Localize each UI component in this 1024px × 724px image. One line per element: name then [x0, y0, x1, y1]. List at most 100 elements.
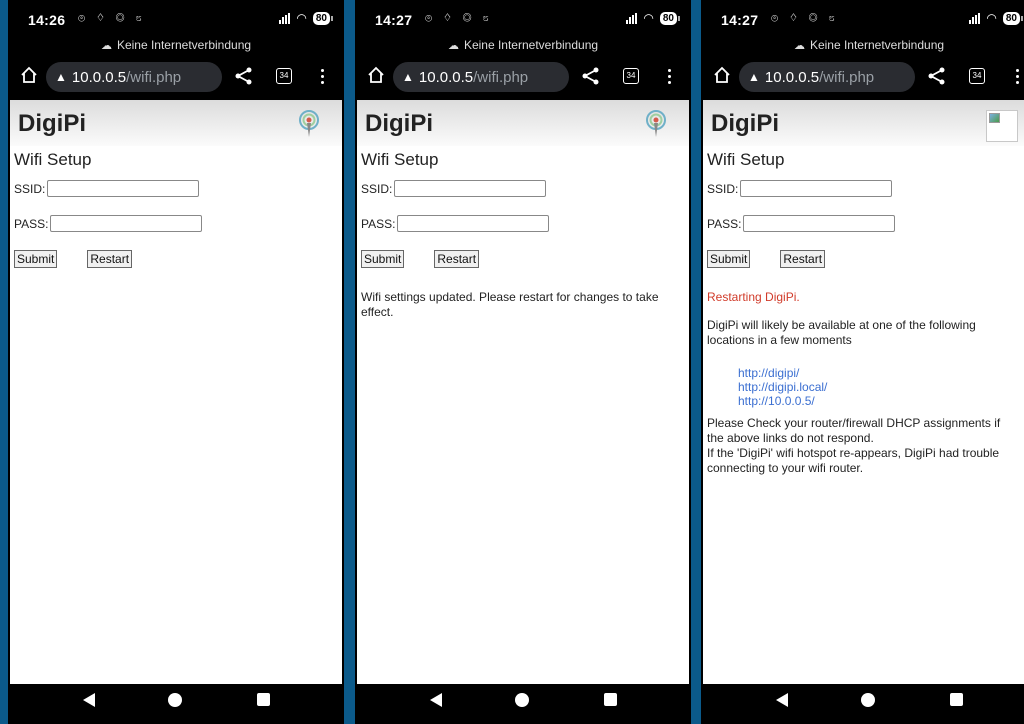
pass-label: PASS: — [361, 216, 396, 231]
share-icon[interactable] — [234, 66, 254, 86]
radio-tower-icon — [299, 110, 319, 137]
overflow-menu-icon[interactable] — [665, 66, 673, 86]
url-path: /wifi.php — [473, 68, 529, 86]
signal-icon — [626, 12, 638, 24]
submit-button[interactable]: Submit — [14, 250, 58, 268]
recents-icon[interactable] — [950, 693, 963, 706]
status-time: 14:27 — [721, 12, 759, 28]
cloud-off-icon: ☁ — [100, 40, 112, 52]
ssid-label: SSID: — [707, 181, 739, 196]
pass-label: PASS: — [14, 216, 49, 231]
phone-screen-2: 14:27 ⊚ ♢ ◎ ೮ ◠ 80 ☁ Keine Internetverbin… — [355, 0, 691, 724]
share-icon[interactable] — [581, 66, 601, 86]
web-content: DigiPi Wifi Setup SSID: PASS: Submit Res… — [10, 100, 342, 684]
status-bar: 14:27 ⊚ ♢ ◎ ೮ ◠ 80 — [355, 0, 691, 38]
system-nav-bar — [8, 684, 344, 724]
back-icon[interactable] — [776, 693, 788, 707]
home-icon[interactable] — [367, 66, 385, 84]
phone-screen-1: 14:26 ⊚ ♢ ◎ ೮ ◠ 80 ☁ Keine Internetverbin… — [8, 0, 344, 724]
back-icon[interactable] — [430, 693, 442, 707]
url-host: 10.0.0.5 — [764, 68, 820, 86]
address-bar[interactable]: ▲ 10.0.0.5/wifi.php — [739, 62, 915, 92]
recents-icon[interactable] — [604, 693, 617, 706]
status-time: 14:26 — [28, 12, 66, 28]
status-time: 14:27 — [375, 12, 413, 28]
page-banner: DigiPi — [703, 100, 1024, 146]
notification-icons: ⊚ ♢ ◎ ೮ — [425, 12, 493, 24]
submit-button[interactable]: Submit — [707, 250, 751, 268]
ssid-input[interactable] — [394, 180, 547, 197]
battery-icon: 80 — [312, 11, 334, 25]
tabs-button[interactable]: 34 — [969, 68, 985, 84]
signal-icon — [969, 12, 981, 24]
tabs-button[interactable]: 34 — [276, 68, 292, 84]
battery-icon: 80 — [659, 11, 681, 25]
restart-button[interactable]: Restart — [87, 250, 133, 268]
link-digipi-local[interactable]: http://digipi.local/ — [738, 380, 1020, 394]
home-icon[interactable] — [713, 66, 731, 84]
home-icon[interactable] — [20, 66, 38, 84]
url-host: 10.0.0.5 — [418, 68, 474, 86]
offline-text: Keine Internetverbindung — [116, 38, 252, 52]
home-nav-icon[interactable] — [861, 693, 875, 707]
offline-text: Keine Internetverbindung — [809, 38, 945, 52]
pass-input[interactable] — [50, 215, 203, 232]
cloud-off-icon: ☁ — [793, 40, 805, 52]
overflow-menu-icon[interactable] — [318, 66, 326, 86]
ssid-label: SSID: — [14, 181, 46, 196]
availability-text: DigiPi will likely be available at one o… — [707, 318, 976, 347]
tabs-button[interactable]: 34 — [623, 68, 639, 84]
link-ip[interactable]: http://10.0.0.5/ — [738, 394, 1020, 408]
system-nav-bar — [701, 684, 1024, 724]
warning-icon: ▲ — [55, 70, 67, 84]
url-path: /wifi.php — [819, 68, 875, 86]
system-icons: ◠ 80 — [626, 11, 681, 25]
submit-button[interactable]: Submit — [361, 250, 405, 268]
ssid-input[interactable] — [740, 180, 893, 197]
signal-icon — [279, 12, 291, 24]
wifi-form: Wifi Setup SSID: PASS: Submit Restart — [10, 146, 342, 268]
wifi-icon: ◠ — [986, 11, 997, 25]
ssid-input[interactable] — [47, 180, 200, 197]
offline-banner: ☁ Keine Internetverbindung — [8, 38, 344, 52]
address-bar[interactable]: ▲ 10.0.0.5/wifi.php — [46, 62, 222, 92]
share-icon[interactable] — [927, 66, 947, 86]
brand-title: DigiPi — [365, 110, 434, 137]
status-bar: 14:26 ⊚ ♢ ◎ ೮ ◠ 80 — [8, 0, 344, 38]
home-nav-icon[interactable] — [168, 693, 182, 707]
offline-text: Keine Internetverbindung — [463, 38, 599, 52]
browser-toolbar: ▲ 10.0.0.5/wifi.php 34 — [8, 60, 344, 96]
wifi-icon: ◠ — [296, 11, 307, 25]
page-banner: DigiPi — [10, 100, 342, 146]
pass-input[interactable] — [743, 215, 896, 232]
phone-screen-3: 14:27 ⊚ ♢ ◎ ೮ ◠ 80 ☁ Keine Internetverbin… — [701, 0, 1024, 724]
pass-input[interactable] — [397, 215, 550, 232]
offline-banner: ☁ Keine Internetverbindung — [355, 38, 691, 52]
url-path: /wifi.php — [126, 68, 182, 86]
pass-label: PASS: — [707, 216, 742, 231]
back-icon[interactable] — [83, 693, 95, 707]
restart-button[interactable]: Restart — [780, 250, 826, 268]
battery-icon: 80 — [1002, 11, 1024, 25]
cloud-off-icon: ☁ — [447, 40, 459, 52]
overflow-menu-icon[interactable] — [1013, 66, 1021, 86]
offline-banner: ☁ Keine Internetverbindung — [701, 38, 1024, 52]
page-title: Wifi Setup — [361, 150, 439, 169]
system-icons: ◠ 80 — [969, 11, 1024, 25]
notification-icons: ⊚ ♢ ◎ ೮ — [78, 12, 146, 24]
broken-image-icon — [986, 110, 1018, 142]
restart-button[interactable]: Restart — [434, 250, 480, 268]
browser-toolbar: ▲ 10.0.0.5/wifi.php 34 — [355, 60, 691, 96]
page-title: Wifi Setup — [14, 150, 92, 169]
restarting-message: Restarting DigiPi. — [707, 290, 800, 304]
page-banner: DigiPi — [357, 100, 689, 146]
address-links: http://digipi/ http://digipi.local/ http… — [738, 366, 1020, 408]
recents-icon[interactable] — [257, 693, 270, 706]
link-digipi[interactable]: http://digipi/ — [738, 366, 1020, 380]
address-bar[interactable]: ▲ 10.0.0.5/wifi.php — [393, 62, 569, 92]
web-content: DigiPi Wifi Setup SSID: PASS: Submit Res… — [357, 100, 689, 684]
home-nav-icon[interactable] — [515, 693, 529, 707]
brand-title: DigiPi — [18, 110, 87, 137]
web-content: DigiPi Wifi Setup SSID: PASS: Submit Res… — [703, 100, 1024, 684]
brand-title: DigiPi — [711, 110, 780, 137]
